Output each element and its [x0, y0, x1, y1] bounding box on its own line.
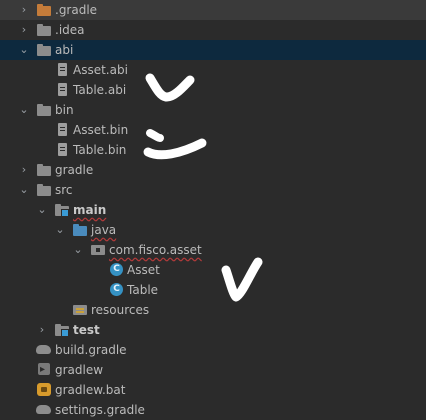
tree-item-gradle[interactable]: › gradle — [0, 160, 426, 180]
script-icon — [36, 360, 52, 380]
tree-item-label: Table.bin — [73, 143, 127, 157]
tree-item-label: .gradle — [55, 3, 98, 17]
tree-item-src[interactable]: ⌄ src — [0, 180, 426, 200]
bat-file-icon — [36, 383, 52, 397]
tree-item-label: abi — [55, 43, 74, 57]
tree-item-gradlew[interactable]: gradlew — [0, 360, 426, 380]
tree-item-label: Asset.bin — [73, 123, 129, 137]
chevron-down-icon[interactable]: ⌄ — [36, 200, 48, 220]
class-glyph: C — [110, 283, 123, 296]
tree-item-label: Table.abi — [73, 83, 127, 97]
tree-item-build-gradle[interactable]: build.gradle — [0, 340, 426, 360]
gradle-elephant-icon — [36, 343, 52, 357]
class-icon: C — [108, 283, 124, 297]
class-icon: C — [108, 263, 124, 277]
tree-item-resources[interactable]: resources — [0, 300, 426, 320]
tree-item-label: java — [91, 223, 117, 237]
file-icon — [55, 83, 71, 97]
tree-item-label: com.fisco.asset — [109, 243, 202, 257]
source-folder-icon — [72, 223, 88, 237]
tree-item-main[interactable]: ⌄ main — [0, 200, 426, 220]
class-glyph: C — [110, 263, 123, 276]
tree-item-label: gradlew — [55, 363, 104, 377]
chevron-down-icon[interactable]: ⌄ — [54, 220, 66, 240]
tree-item-label: .idea — [55, 23, 85, 37]
module-folder-icon — [54, 203, 70, 217]
tree-item-abi[interactable]: ⌄ abi — [0, 40, 426, 60]
tree-item-table-abi[interactable]: Table.abi — [0, 80, 426, 100]
module-folder-icon — [54, 323, 70, 337]
chevron-down-icon[interactable]: ⌄ — [18, 180, 30, 200]
tree-item-label: Table — [127, 283, 159, 297]
folder-icon — [36, 183, 52, 197]
file-icon — [55, 63, 71, 77]
tree-item-gradlew-bat[interactable]: gradlew.bat — [0, 380, 426, 400]
tree-item-settings-gradle[interactable]: settings.gradle — [0, 400, 426, 420]
tree-item-label: settings.gradle — [55, 403, 145, 417]
folder-icon — [36, 103, 52, 117]
tree-item-package[interactable]: ⌄ com.fisco.asset — [0, 240, 426, 260]
tree-item-bin[interactable]: ⌄ bin — [0, 100, 426, 120]
file-icon — [55, 143, 71, 157]
chevron-down-icon[interactable]: ⌄ — [18, 100, 30, 120]
tree-item-asset-abi[interactable]: Asset.abi — [0, 60, 426, 80]
file-icon — [55, 123, 71, 137]
tree-item-label: Asset.abi — [73, 63, 128, 77]
tree-item-label: Asset — [127, 263, 160, 277]
package-icon — [90, 243, 106, 257]
tree-item-asset-bin[interactable]: Asset.bin — [0, 120, 426, 140]
tree-item-asset-class[interactable]: C Asset — [0, 260, 426, 280]
folder-orange-icon — [36, 3, 52, 17]
tree-item-table-bin[interactable]: Table.bin — [0, 140, 426, 160]
folder-icon — [36, 163, 52, 177]
tree-item-label: gradlew.bat — [55, 383, 126, 397]
tree-item-idea[interactable]: › .idea — [0, 20, 426, 40]
chevron-down-icon[interactable]: ⌄ — [18, 40, 30, 60]
resources-folder-icon — [72, 303, 88, 317]
tree-item-label: gradle — [55, 163, 94, 177]
tree-item-table-class[interactable]: C Table — [0, 280, 426, 300]
tree-item-java[interactable]: ⌄ java — [0, 220, 426, 240]
chevron-right-icon[interactable]: › — [18, 160, 30, 180]
gradle-elephant-icon — [36, 403, 52, 417]
chevron-right-icon[interactable]: › — [18, 0, 30, 20]
tree-item-label: test — [73, 323, 100, 337]
tree-item-label: main — [73, 203, 107, 217]
project-tree: › .gradle › .idea ⌄ abi Asset.abi Table.… — [0, 0, 426, 417]
chevron-right-icon[interactable]: › — [18, 20, 30, 40]
folder-icon — [36, 43, 52, 57]
tree-item-test[interactable]: › test — [0, 320, 426, 340]
tree-item-gradle-dir[interactable]: › .gradle — [0, 0, 426, 20]
chevron-right-icon[interactable]: › — [36, 320, 48, 340]
tree-item-label: build.gradle — [55, 343, 127, 357]
folder-icon — [36, 23, 52, 37]
chevron-down-icon[interactable]: ⌄ — [72, 240, 84, 260]
tree-item-label: bin — [55, 103, 74, 117]
tree-item-label: src — [55, 183, 73, 197]
tree-item-label: resources — [91, 303, 150, 317]
